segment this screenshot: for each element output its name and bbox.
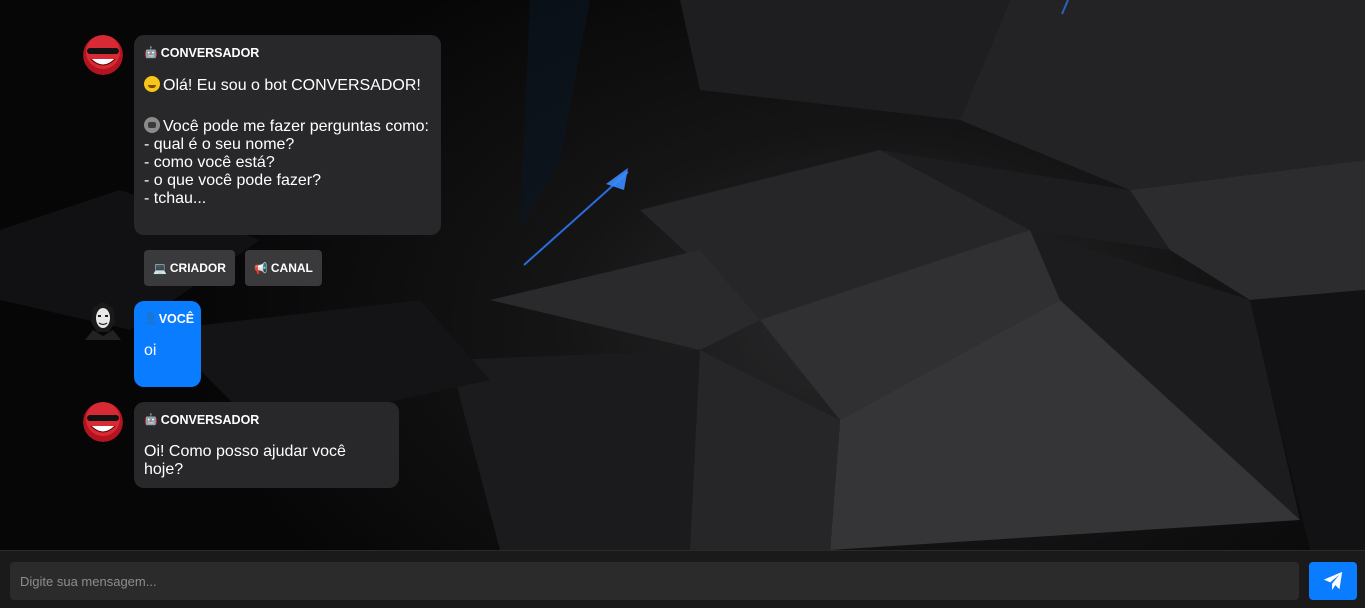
robot-face-icon [144, 117, 160, 133]
bot-face-icon [83, 35, 123, 75]
creator-button[interactable]: 💻 CRIADOR [144, 250, 235, 286]
message-sender: 🤖 CONVERSADOR [144, 413, 260, 427]
bot-avatar [83, 35, 123, 75]
message-list: - qual é o seu nome? - como você está? -… [144, 136, 322, 207]
message-sender: 👤 VOCÊ [144, 312, 195, 326]
bot-message-bubble: 🤖 CONVERSADOR Oi! Como posso ajudar você… [134, 402, 399, 488]
channel-button[interactable]: 📢 CANAL [245, 250, 322, 286]
bot-avatar [83, 402, 123, 442]
bot-message-bubble: 🤖 CONVERSADOR Olá! Eu sou o bot CONVERSA… [134, 35, 441, 235]
laptop-icon: 💻 [153, 262, 167, 275]
masked-user-icon [85, 302, 121, 340]
message-line: Você pode me fazer perguntas como: [144, 117, 431, 136]
grinning-face-icon [144, 76, 160, 92]
message-text: Oi! Como posso ajudar você hoje? [144, 443, 346, 478]
message-text: oi [144, 342, 157, 359]
send-button[interactable] [1309, 562, 1357, 600]
user-message-bubble: 👤 VOCÊ oi [134, 301, 201, 387]
message-sender: 🤖 CONVERSADOR [144, 46, 260, 60]
paper-plane-icon [1323, 571, 1343, 591]
user-silhouette-icon: 👤 [144, 313, 158, 325]
megaphone-icon: 📢 [254, 262, 268, 275]
user-avatar [83, 300, 123, 340]
bot-face-icon [83, 402, 123, 442]
message-composer [0, 550, 1365, 608]
robot-icon: 🤖 [144, 414, 158, 426]
message-input[interactable] [10, 562, 1299, 600]
robot-icon: 🤖 [144, 47, 158, 59]
message-line: Olá! Eu sou o bot CONVERSADOR! [144, 76, 431, 95]
chat-area: 🤖 CONVERSADOR Olá! Eu sou o bot CONVERSA… [0, 0, 1365, 550]
